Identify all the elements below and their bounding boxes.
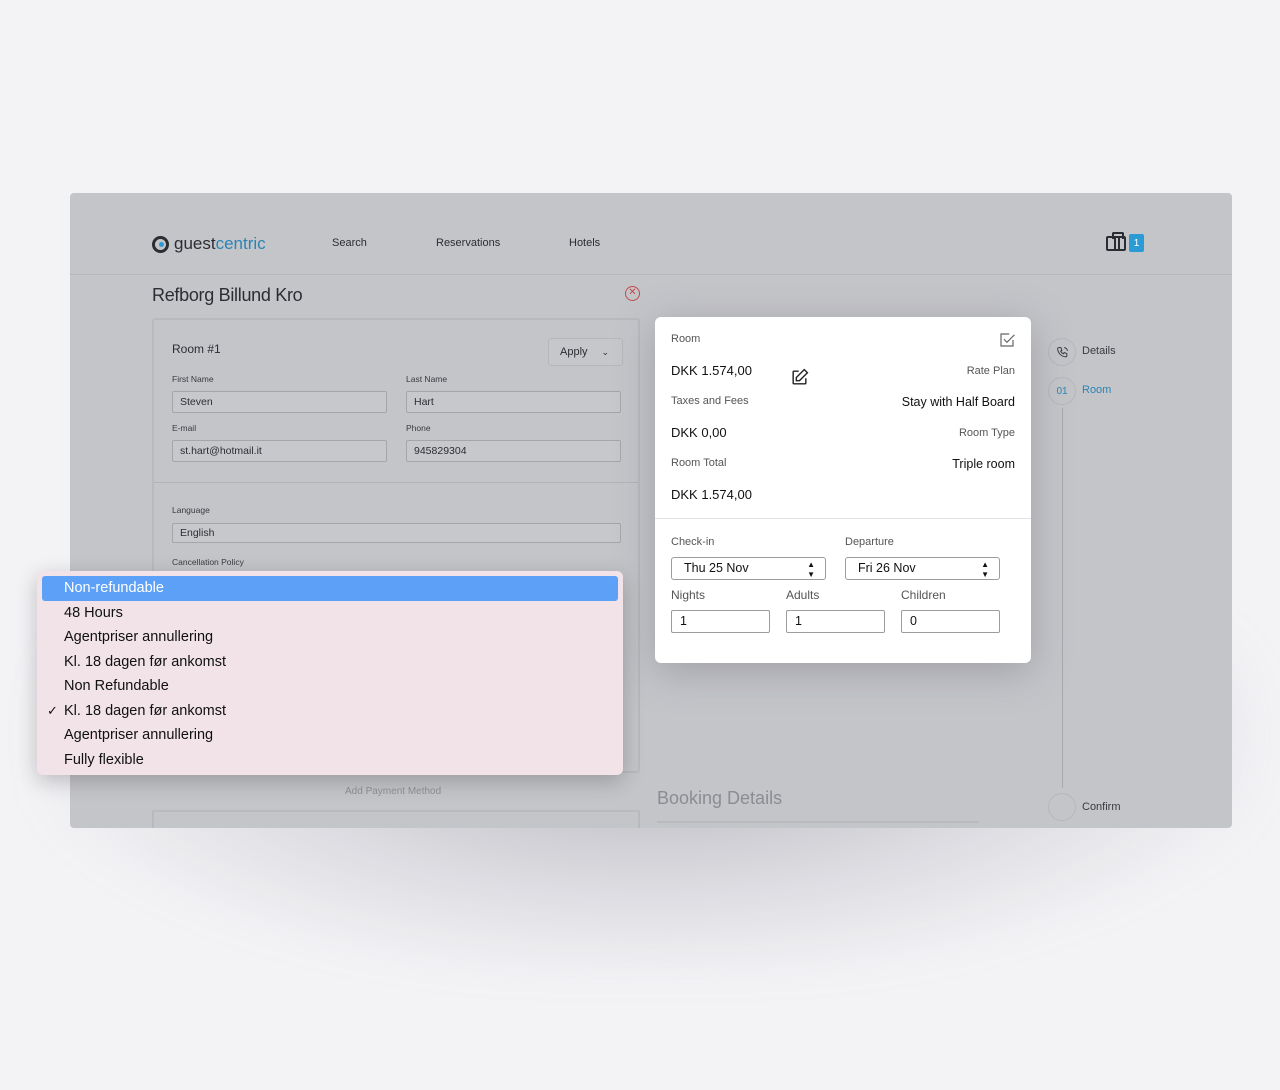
- departure-label: Departure: [845, 536, 894, 548]
- step-confirm[interactable]: [1048, 793, 1076, 821]
- apply-button[interactable]: Apply ⌄: [548, 338, 623, 366]
- booking-details-card-stub: [657, 821, 979, 828]
- updown-arrows-icon: ▲ ▼: [807, 560, 815, 579]
- logo[interactable]: guest centric: [152, 234, 266, 254]
- dropdown-option[interactable]: Agentpriser annullering: [42, 625, 618, 650]
- checkmark-icon: ✓: [47, 702, 58, 718]
- step-details[interactable]: [1048, 338, 1076, 366]
- option-label: Fully flexible: [64, 751, 144, 768]
- room-card-divider: [655, 518, 1031, 519]
- room-label: Room: [671, 333, 701, 345]
- option-label: Agentpriser annullering: [64, 727, 214, 743]
- room-total-value: DKK 1.574,00: [671, 487, 752, 502]
- rate-plan-label: Rate Plan: [966, 365, 1015, 377]
- taxes-fees-value: DKK 0,00: [671, 425, 727, 440]
- room-summary-card: Room DKK 1.574,00 Rate Plan Taxes and Fe…: [655, 317, 1031, 663]
- cart-button[interactable]: 1: [1106, 231, 1144, 252]
- last-name-label: Last Name: [406, 374, 448, 384]
- option-label: Kl. 18 dagen før ankomst: [64, 702, 226, 719]
- navbar: guest centric Search Reservations Hotels …: [70, 193, 1232, 275]
- dropdown-option-checked[interactable]: ✓ Kl. 18 dagen før ankomst: [42, 699, 618, 724]
- phone-label: Phone: [406, 423, 431, 433]
- option-label: Non Refundable: [64, 678, 169, 694]
- dropdown-option[interactable]: Non-refundable: [42, 576, 618, 601]
- departure-select[interactable]: Fri 26 Nov ▲ ▼: [845, 557, 1000, 580]
- room-price: DKK 1.574,00: [671, 363, 752, 378]
- apply-button-label: Apply: [560, 346, 588, 358]
- step-room[interactable]: 01: [1048, 377, 1076, 405]
- cancellation-policy-label: Cancellation Policy: [172, 557, 244, 567]
- room-total-label: Room Total: [671, 457, 727, 469]
- checkbox-edit-icon[interactable]: [998, 331, 1016, 349]
- checkin-label: Check-in: [671, 536, 715, 548]
- language-label: Language: [172, 505, 210, 515]
- option-label: Kl. 18 dagen før ankomst: [64, 653, 226, 670]
- logo-icon: [152, 235, 169, 253]
- nav-reservations[interactable]: Reservations: [436, 237, 500, 249]
- rate-plan-value: Stay with Half Board: [901, 395, 1015, 409]
- step-confirm-label: Confirm: [1082, 801, 1121, 813]
- edit-icon[interactable]: [790, 368, 809, 387]
- add-payment-method-link[interactable]: Add Payment Method: [345, 786, 441, 797]
- step-details-label: Details: [1082, 345, 1116, 357]
- cancellation-policy-dropdown: Non-refundable 48 Hours Agentpriser annu…: [37, 571, 623, 775]
- phone-field[interactable]: 945829304: [406, 440, 621, 462]
- adults-input[interactable]: 1: [786, 610, 885, 633]
- option-label: Agentpriser annullering: [64, 629, 214, 645]
- last-name-field[interactable]: Hart: [406, 391, 621, 413]
- departure-value: Fri 26 Nov: [858, 561, 916, 575]
- cart-count-badge: 1: [1129, 234, 1144, 252]
- booking-details-title: Booking Details: [657, 788, 783, 808]
- checkin-value: Thu 25 Nov: [684, 561, 749, 575]
- adults-label: Adults: [786, 588, 820, 602]
- dropdown-option[interactable]: Kl. 18 dagen før ankomst: [42, 650, 618, 675]
- first-name-field[interactable]: Steven: [172, 391, 387, 413]
- dropdown-option[interactable]: Non Refundable: [42, 674, 618, 699]
- logo-text-guest: guest: [174, 234, 216, 253]
- children-input[interactable]: 0: [901, 610, 1000, 633]
- step-room-label: Room: [1082, 384, 1112, 396]
- updown-arrows-icon: ▲ ▼: [981, 560, 989, 579]
- logo-text-centric: centric: [215, 234, 266, 253]
- close-icon[interactable]: ✕: [625, 286, 640, 301]
- first-name-label: First Name: [172, 374, 214, 384]
- steps-connector-line: [1062, 408, 1063, 788]
- taxes-fees-label: Taxes and Fees: [671, 395, 749, 407]
- option-label: Non-refundable: [64, 580, 164, 596]
- dropdown-option[interactable]: Agentpriser annullering: [42, 723, 618, 748]
- children-label: Children: [901, 588, 946, 602]
- checkin-select[interactable]: Thu 25 Nov ▲ ▼: [671, 557, 826, 580]
- nights-input[interactable]: 1: [671, 610, 770, 633]
- dropdown-option[interactable]: 48 Hours: [42, 601, 618, 626]
- nav-hotels[interactable]: Hotels: [569, 237, 600, 249]
- form-divider: [154, 482, 638, 483]
- room-type-label: Room Type: [958, 427, 1015, 439]
- nav-search[interactable]: Search: [332, 237, 367, 249]
- email-field[interactable]: st.hart@hotmail.it: [172, 440, 387, 462]
- luggage-icon: [1106, 231, 1126, 251]
- hotel-title: Refborg Billund Kro: [152, 285, 303, 305]
- email-label: E-mail: [172, 423, 197, 433]
- room-type-value: Triple room: [952, 457, 1015, 471]
- chevron-down-icon: ⌄: [601, 346, 610, 357]
- option-label: 48 Hours: [64, 604, 123, 621]
- payment-card-stub: [152, 810, 640, 828]
- nights-label: Nights: [671, 588, 706, 602]
- phone-icon: [1056, 346, 1068, 357]
- room-number-label: Room #1: [172, 342, 221, 356]
- dropdown-option[interactable]: Fully flexible: [42, 748, 618, 773]
- language-select[interactable]: English: [172, 523, 621, 543]
